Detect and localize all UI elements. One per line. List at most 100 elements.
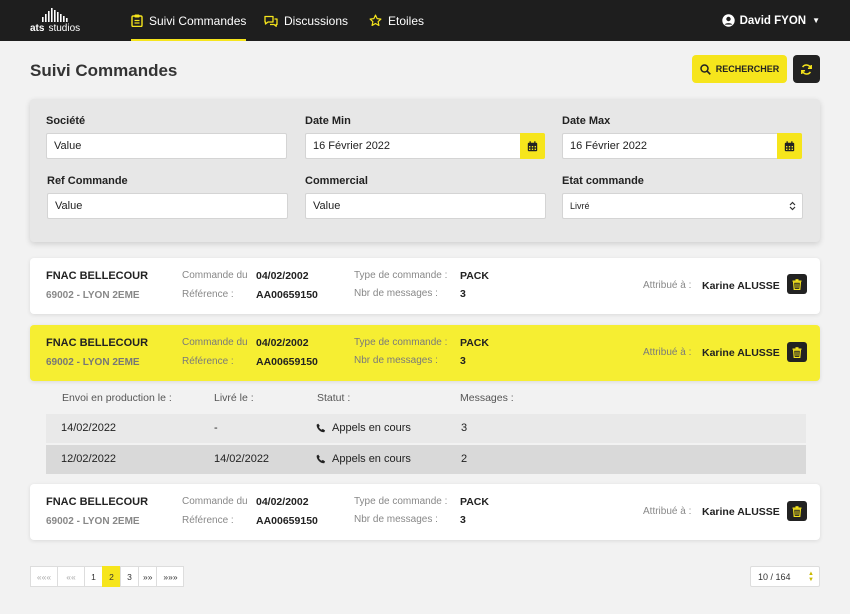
order-date: 04/02/2002: [256, 496, 309, 508]
chat-icon: [264, 15, 278, 27]
order-date: 04/02/2002: [256, 337, 309, 349]
logo-bars-icon: [42, 8, 68, 22]
commercial-label: Commercial: [305, 175, 368, 187]
type-label: Type de commande :: [354, 270, 448, 281]
order-type: PACK: [460, 496, 489, 508]
delete-button[interactable]: [787, 274, 807, 294]
reference-label: Référence :: [182, 356, 234, 367]
order-city: 69002 - LYON 2EME: [46, 516, 140, 527]
order-reference: AA00659150: [256, 289, 318, 301]
date-min-value: 16 Février 2022: [313, 140, 391, 152]
order-messages: 3: [460, 355, 466, 367]
nbr-messages-label: Nbr de messages :: [354, 514, 438, 525]
star-icon: [369, 14, 382, 27]
user-avatar-icon: [721, 14, 735, 27]
order-type: PACK: [460, 337, 489, 349]
order-date: 04/02/2002: [256, 270, 309, 282]
delete-button[interactable]: [787, 501, 807, 521]
page-size-select[interactable]: 10 / 164 ▲ ▼: [750, 566, 820, 587]
detail-production: 14/02/2022: [61, 422, 117, 434]
detail-header-production: Envoi en production le :: [62, 392, 172, 404]
nav-discussions[interactable]: Discussions: [264, 0, 348, 41]
order-city: 69002 - LYON 2EME: [46, 290, 140, 301]
detail-statut-text: Appels en cours: [332, 453, 411, 465]
reference-label: Référence :: [182, 289, 234, 300]
detail-row[interactable]: 14/02/2022 - Appels en cours 3: [46, 414, 806, 443]
search-button-label: RECHERCHER: [715, 64, 780, 74]
date-max-input[interactable]: 16 Février 2022: [562, 133, 802, 159]
ref-commande-value: Value: [55, 200, 83, 212]
logo-text: ats studios: [30, 23, 81, 34]
delete-button[interactable]: [787, 342, 807, 362]
nbr-messages-label: Nbr de messages :: [354, 288, 438, 299]
detail-messages: 2: [461, 453, 468, 465]
detail-livre: -: [214, 422, 218, 434]
order-assignee: Karine ALUSSE: [702, 280, 780, 292]
date-max-value: 16 Février 2022: [570, 140, 648, 152]
trash-icon: [792, 346, 802, 358]
societe-value: Value: [54, 140, 82, 152]
detail-row[interactable]: 12/02/2022 14/02/2022 Appels en cours 2: [46, 445, 806, 474]
next-page-button[interactable]: »»: [138, 566, 158, 587]
stepper-arrows-icon: ▲ ▼: [808, 571, 814, 583]
order-messages: 3: [460, 288, 466, 300]
page-button-2[interactable]: 2: [102, 566, 121, 587]
nav-etoiles[interactable]: Etoiles: [369, 0, 424, 41]
order-card-selected[interactable]: FNAC BELLECOUR 69002 - LYON 2EME Command…: [30, 325, 820, 381]
order-assignee: Karine ALUSSE: [702, 347, 780, 359]
detail-messages: 3: [461, 422, 468, 434]
type-label: Type de commande :: [354, 337, 448, 348]
detail-header-messages: Messages :: [460, 392, 514, 404]
trash-icon: [792, 278, 802, 290]
order-messages: 3: [460, 514, 466, 526]
detail-statut-text: Appels en cours: [332, 422, 411, 434]
etat-commande-value: Livré: [570, 201, 590, 211]
date-min-calendar-button[interactable]: [520, 133, 545, 159]
societe-label: Société: [46, 115, 86, 127]
detail-header-livre: Livré le :: [214, 392, 254, 404]
pagination: ««« «« 1 2 3 »» »»»: [30, 566, 185, 587]
page-button-1[interactable]: 1: [84, 566, 103, 587]
clipboard-icon: [131, 14, 143, 27]
user-menu[interactable]: David FYON ▼: [721, 0, 820, 41]
last-page-button[interactable]: »»»: [156, 566, 185, 587]
societe-input[interactable]: Value: [46, 133, 287, 159]
etat-commande-select[interactable]: Livré: [562, 193, 803, 219]
order-card[interactable]: FNAC BELLECOUR 69002 - LYON 2EME Command…: [30, 258, 820, 314]
date-max-calendar-button[interactable]: [777, 133, 802, 159]
search-button[interactable]: RECHERCHER: [692, 55, 787, 83]
attribue-label: Attribué à :: [643, 506, 692, 517]
calendar-icon: [784, 140, 795, 151]
nav-label: Discussions: [284, 13, 349, 28]
ref-commande-label: Ref Commande: [47, 175, 128, 187]
commande-du-label: Commande du: [182, 496, 248, 507]
detail-header-statut: Statut :: [317, 392, 351, 404]
attribue-label: Attribué à :: [643, 347, 692, 358]
refresh-button[interactable]: [793, 55, 820, 83]
nav-label: Suivi Commandes: [149, 13, 247, 28]
phone-icon: [316, 423, 326, 433]
etat-commande-label: Etat commande: [562, 175, 644, 187]
reference-label: Référence :: [182, 515, 234, 526]
order-company: FNAC BELLECOUR: [46, 496, 149, 508]
order-type: PACK: [460, 270, 489, 282]
ats-studios-logo[interactable]: ats studios: [30, 8, 98, 34]
attribue-label: Attribué à :: [643, 280, 692, 291]
first-page-button[interactable]: «««: [30, 566, 58, 587]
nav-suivi-commandes[interactable]: Suivi Commandes: [131, 0, 247, 41]
page-button-3[interactable]: 3: [120, 566, 139, 587]
order-reference: AA00659150: [256, 515, 318, 527]
order-company: FNAC BELLECOUR: [46, 337, 149, 349]
commercial-input[interactable]: Value: [305, 193, 546, 219]
order-assignee: Karine ALUSSE: [702, 506, 780, 518]
order-card[interactable]: FNAC BELLECOUR 69002 - LYON 2EME Command…: [30, 484, 820, 540]
date-min-input[interactable]: 16 Février 2022: [305, 133, 545, 159]
detail-statut: Appels en cours: [316, 453, 411, 465]
detail-statut: Appels en cours: [316, 422, 411, 434]
commande-du-label: Commande du: [182, 337, 248, 348]
nav-label: Etoiles: [388, 13, 425, 28]
type-label: Type de commande :: [354, 496, 448, 507]
prev-page-button[interactable]: ««: [57, 566, 85, 587]
ref-commande-input[interactable]: Value: [47, 193, 288, 219]
phone-icon: [316, 454, 326, 464]
